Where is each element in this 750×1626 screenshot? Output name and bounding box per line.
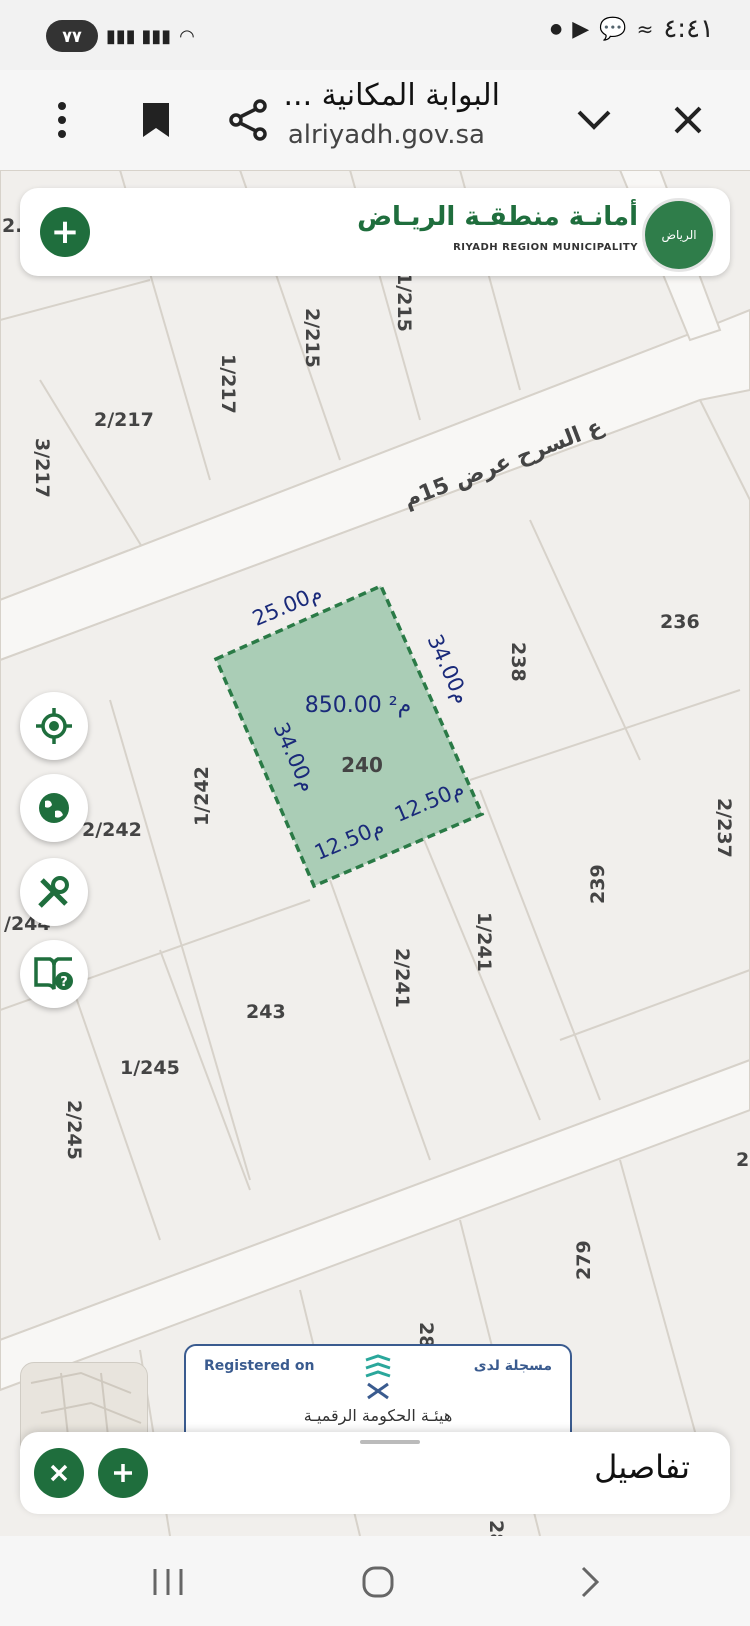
details-title: تفاصيل [594,1448,690,1486]
signal-icon: ▮▮▮ ▮▮▮ [106,25,172,47]
close-icon [50,1464,68,1482]
digital-government-logo-icon [365,1354,391,1400]
registered-arabic-label: مسجلة لدى [473,1358,552,1374]
logo-emblem-text: الرياض [661,228,697,242]
parcel-label: 1/245 [120,1057,180,1079]
parcel-label: 1/241 [473,912,495,972]
parcel-area: 850.00 م² [305,693,411,718]
parcel-label: 2/237 [713,798,735,858]
home-icon[interactable] [348,1554,408,1610]
parcel-label: 243 [246,1001,286,1023]
parcel-label: 279 [573,1240,595,1280]
drag-handle[interactable] [360,1440,420,1444]
parcel-label: 2/215 [301,308,323,368]
system-navigation-bar [0,1536,750,1626]
status-right: ● ▶ 💬 ≈ ٤:٤١ [550,14,714,44]
page-url[interactable]: alriyadh.gov.sa [288,120,485,150]
tools-button[interactable] [20,858,88,926]
parcel-label: 1/242 [191,766,213,826]
youtube-icon: ▶ [572,16,590,42]
parcel-label: 2/217 [94,409,154,431]
globe-icon [39,793,69,823]
logo-english: RIYADH REGION MUNICIPALITY [453,242,638,253]
clock: ٤:٤١ [663,14,714,44]
status-left: ٧٧ ▮▮▮ ▮▮▮ ◠ [46,20,195,52]
parcel-label: 2/241 [391,948,413,1008]
browser-toolbar: البوابة المكانية ... alriyadh.gov.sa [0,70,750,171]
close-details-button[interactable] [34,1448,84,1498]
municipality-header: + الرياض أمانـة منطقـة الريـاض RIYADH RE… [20,188,730,276]
parcel-number: 240 [341,753,383,777]
registered-on-label: Registered on [204,1358,315,1374]
basemap-button[interactable] [20,774,88,842]
battery-indicator: ٧٧ [46,20,98,52]
parcel-label: 2 [736,1149,749,1171]
share-icon[interactable] [220,92,276,148]
map-canvas[interactable]: 2. 2/215 1/215 1/217 2/217 3/217 238 236… [0,170,750,1536]
notification-dot-icon: ● [550,21,563,37]
bookmark-icon[interactable] [128,92,184,148]
back-icon[interactable] [560,1554,620,1610]
plus-icon [114,1464,132,1482]
add-details-button[interactable] [98,1448,148,1498]
locate-button[interactable] [20,692,88,760]
parcel-label: 1/215 [393,272,415,332]
digital-government-name: هيئـة الحكومة الرقميـة [303,1406,453,1425]
page-title: البوابة المكانية ... [283,78,501,113]
parcel-label: 2/242 [82,819,142,841]
wifi-icon: ◠ [179,25,195,47]
app-icon: ≈ [636,17,654,41]
parcel-label: 2/245 [63,1100,85,1160]
tools-icon [38,876,69,908]
map-svg: 2. 2/215 1/215 1/217 2/217 3/217 238 236… [0,170,750,1536]
add-icon[interactable]: + [40,207,90,257]
parcel-label: 3/217 [31,438,53,498]
help-button[interactable]: ? [20,940,88,1008]
municipality-logo: الرياض [642,198,716,272]
status-bar: ٧٧ ▮▮▮ ▮▮▮ ◠ ● ▶ 💬 ≈ ٤:٤١ [0,0,750,70]
crosshair-icon [36,708,72,744]
parcel-label: 1/217 [217,354,239,414]
more-menu-icon[interactable] [34,92,90,148]
details-panel[interactable]: تفاصيل [20,1432,730,1514]
recent-apps-icon[interactable] [138,1554,198,1610]
parcel-label: 238 [507,642,529,682]
parcel-label: 239 [587,864,609,904]
help-book-icon: ? [34,957,73,990]
chat-icon: 💬 [599,16,627,42]
close-icon[interactable] [660,92,716,148]
parcel-label: 28 [485,1520,507,1536]
chevron-down-icon[interactable] [566,92,622,148]
svg-text:?: ? [60,975,68,990]
parcel-label: 236 [660,611,700,633]
logo-arabic: أمانـة منطقـة الريـاض [357,202,638,232]
